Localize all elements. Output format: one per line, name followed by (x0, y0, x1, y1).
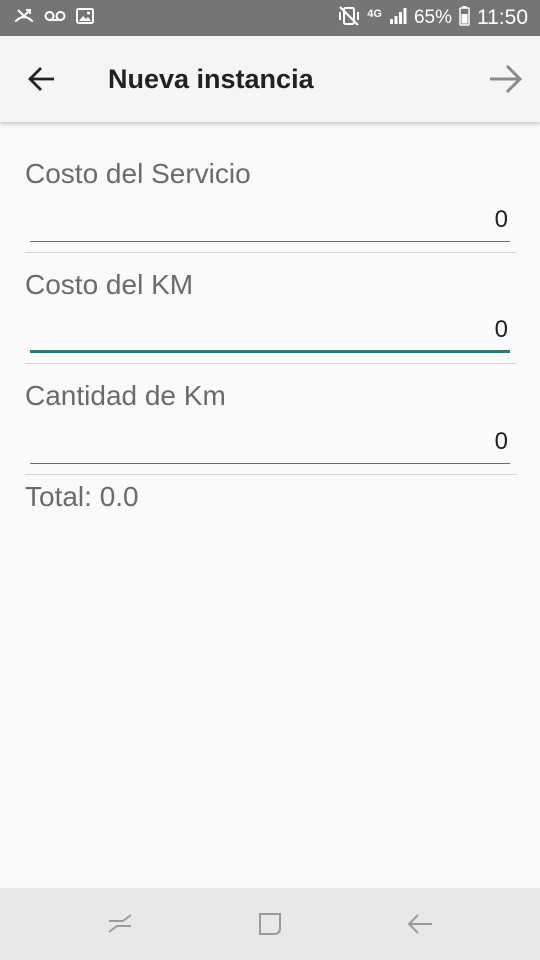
page-title: Nueva instancia (108, 64, 314, 94)
battery-percent: 65% (413, 7, 452, 28)
field-label: Cantidad de Km (25, 380, 226, 411)
arrow-forward-icon (490, 64, 523, 94)
next-button[interactable] (486, 59, 526, 99)
status-system: 4G 65% 11:50 (338, 0, 528, 36)
field-cantidad-km: Cantidad de Km (0, 364, 540, 475)
recent-apps-button[interactable] (100, 906, 140, 942)
app-bar: Nueva instancia (0, 36, 540, 122)
missed-call-icon (14, 7, 34, 30)
field-costo-servicio: Costo del Servicio (0, 142, 540, 253)
system-back-button[interactable] (400, 906, 440, 942)
voicemail-icon (44, 9, 66, 28)
recent-apps-icon (108, 914, 132, 933)
costo-km-input[interactable] (30, 313, 510, 353)
status-bar: 4G 65% 11:50 (0, 0, 540, 36)
clock: 11:50 (477, 6, 528, 29)
field-costo-km: Costo del KM (0, 253, 540, 364)
navigation-bar (0, 888, 540, 960)
field-label: Costo del Servicio (25, 158, 251, 189)
field-label: Costo del KM (25, 269, 194, 300)
divider (25, 474, 517, 475)
network-type: 4G (367, 7, 382, 20)
home-button[interactable] (250, 906, 290, 942)
back-button[interactable] (22, 59, 62, 99)
home-icon (259, 913, 281, 935)
status-notifications (14, 0, 94, 36)
signal-icon (389, 7, 407, 30)
costo-servicio-input[interactable] (30, 202, 510, 242)
battery-icon (459, 5, 470, 31)
mute-vibrate-icon (338, 5, 360, 31)
back-icon (407, 914, 432, 934)
cantidad-km-input[interactable] (30, 424, 510, 464)
image-icon (76, 7, 94, 29)
arrow-back-icon (28, 67, 54, 91)
total-label: Total: 0.0 (25, 481, 139, 512)
